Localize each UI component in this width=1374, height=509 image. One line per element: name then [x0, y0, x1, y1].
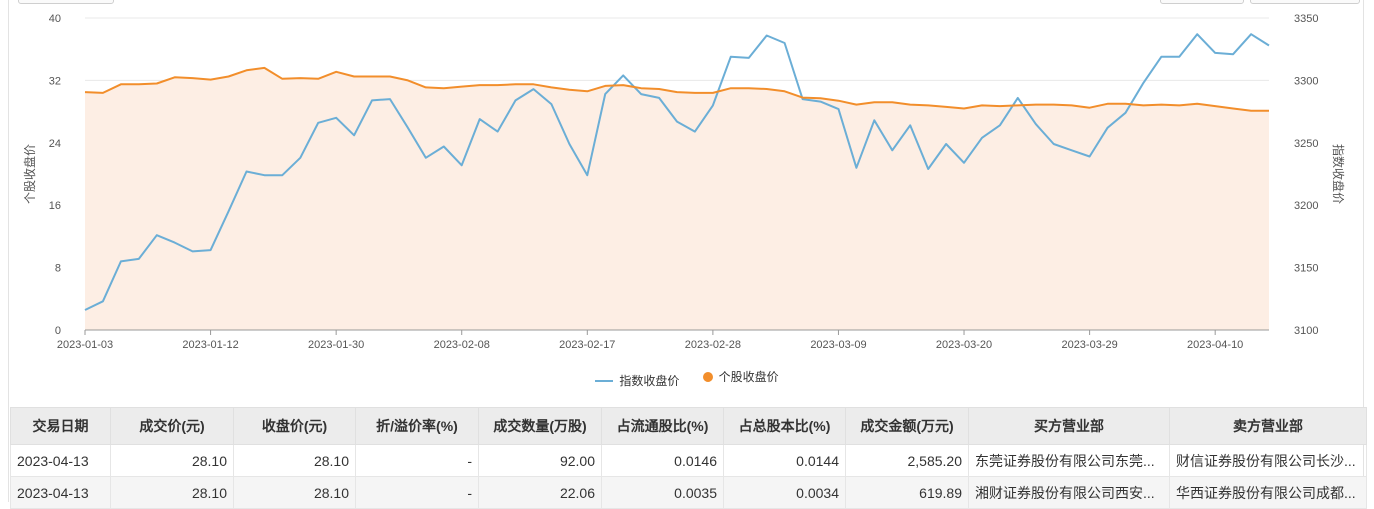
y-left-tick-label: 40 [49, 13, 61, 25]
col-header-buyer[interactable]: 买方营业部 [968, 407, 1170, 445]
x-tick-label: 2023-02-08 [434, 339, 490, 351]
x-tick-label: 2023-01-03 [57, 339, 113, 351]
x-tick-label: 2023-01-12 [182, 339, 238, 351]
col-header-date[interactable]: 交易日期 [10, 407, 111, 445]
y-left-tick-label: 8 [55, 263, 61, 275]
cell-volume: 92.00 [478, 444, 602, 477]
cell-date: 2023-04-13 [10, 444, 111, 477]
table-row: 2023-04-13 28.10 28.10 - 22.06 0.0035 0.… [10, 476, 1367, 509]
cell-seller[interactable]: 华西证券股份有限公司成都... [1169, 476, 1367, 509]
cell-buyer[interactable]: 东莞证券股份有限公司东莞... [968, 444, 1170, 477]
table-header-row: 交易日期 成交价(元) 收盘价(元) 折/溢价率(%) 成交数量(万股) 占流通… [10, 407, 1367, 445]
cell-total-ratio: 0.0034 [723, 476, 846, 509]
cell-volume: 22.06 [478, 476, 602, 509]
table-row: 2023-04-13 28.10 28.10 - 92.00 0.0146 0.… [10, 444, 1367, 477]
col-header-close-price[interactable]: 收盘价(元) [233, 407, 356, 445]
y-left-tick-label: 32 [49, 75, 61, 87]
cell-buyer[interactable]: 湘财证券股份有限公司西安... [968, 476, 1170, 509]
cell-seller[interactable]: 财信证券股份有限公司长沙... [1169, 444, 1367, 477]
x-tick-label: 2023-04-10 [1187, 339, 1243, 351]
cell-amount: 619.89 [845, 476, 969, 509]
cell-close-price: 28.10 [233, 444, 356, 477]
price-chart: 0 8 16 24 32 40 3100 3150 3200 3250 3300 3350 个股收盘价 指… [22, 13, 1346, 351]
y-left-tick-label: 0 [55, 325, 61, 337]
col-header-total-ratio[interactable]: 占总股本比(%) [723, 407, 846, 445]
cell-date: 2023-04-13 [10, 476, 111, 509]
cell-float-ratio: 0.0146 [601, 444, 724, 477]
legend-item-stock[interactable]: 个股收盘价 [702, 368, 779, 385]
cell-amount: 2,585.20 [845, 444, 969, 477]
block-trade-table: 交易日期 成交价(元) 收盘价(元) 折/溢价率(%) 成交数量(万股) 占流通… [10, 407, 1367, 509]
legend-line-icon [595, 379, 614, 382]
legend-item-index[interactable]: 指数收盘价 [595, 372, 679, 389]
y-right-tick-label: 3150 [1294, 263, 1318, 275]
legend-label-stock: 个股收盘价 [718, 370, 779, 384]
y-right-tick-label: 3200 [1294, 200, 1318, 212]
col-header-volume[interactable]: 成交数量(万股) [478, 407, 602, 445]
cell-total-ratio: 0.0144 [723, 444, 846, 477]
y-left-tick-label: 24 [49, 138, 61, 150]
y-right-tick-label: 3350 [1294, 13, 1318, 25]
col-header-amount[interactable]: 成交金额(万元) [845, 407, 969, 445]
col-header-deal-price[interactable]: 成交价(元) [110, 407, 234, 445]
legend-label-index: 指数收盘价 [619, 374, 680, 388]
cell-close-price: 28.10 [233, 476, 356, 509]
col-header-premium[interactable]: 折/溢价率(%) [355, 407, 479, 445]
col-header-float-ratio[interactable]: 占流通股比(%) [601, 407, 724, 445]
cell-premium: - [355, 444, 479, 477]
cell-deal-price: 28.10 [110, 444, 234, 477]
x-tick-label: 2023-03-20 [936, 339, 992, 351]
y-right-axis-title: 指数收盘价 [1331, 144, 1346, 204]
y-right-tick-label: 3250 [1294, 138, 1318, 150]
x-tick-label: 2023-01-30 [308, 339, 364, 351]
x-tick-label: 2023-02-17 [559, 339, 615, 351]
chart-legend: 指数收盘价 个股收盘价 [0, 368, 1374, 389]
legend-dot-icon [702, 371, 713, 382]
x-tick-label: 2023-02-28 [685, 339, 741, 351]
y-right-tick-label: 3300 [1294, 75, 1318, 87]
y-left-axis-title: 个股收盘价 [22, 144, 37, 204]
x-tick-label: 2023-03-29 [1061, 339, 1117, 351]
col-header-seller[interactable]: 卖方营业部 [1169, 407, 1367, 445]
cell-float-ratio: 0.0035 [601, 476, 724, 509]
y-left-tick-label: 16 [49, 200, 61, 212]
x-tick-label: 2023-03-09 [810, 339, 866, 351]
y-right-tick-label: 3100 [1294, 325, 1318, 337]
cell-premium: - [355, 476, 479, 509]
cell-deal-price: 28.10 [110, 476, 234, 509]
